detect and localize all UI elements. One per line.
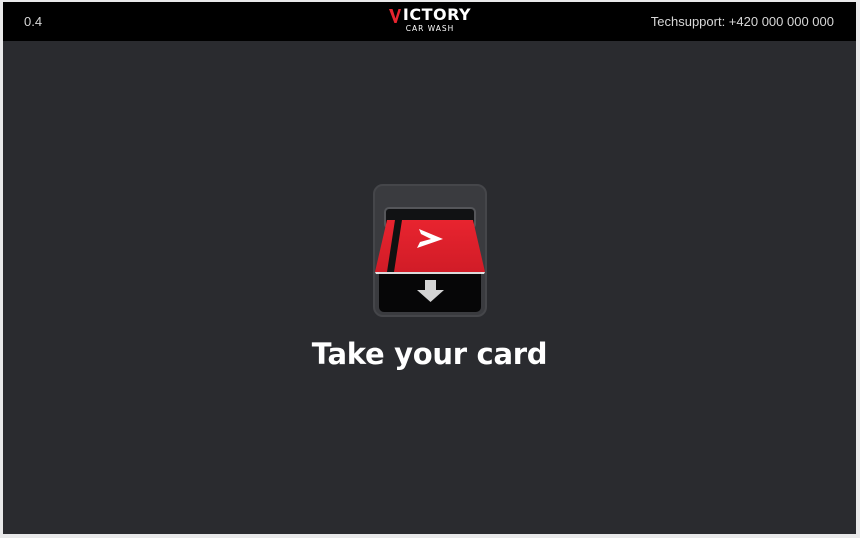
- version-label: 0.4: [24, 14, 43, 29]
- kiosk-screen: 0.4 ICTORY CAR WASH Techsupport: +420 00…: [3, 2, 856, 534]
- top-bar: 0.4 ICTORY CAR WASH Techsupport: +420 00…: [3, 2, 856, 41]
- card-slot-icon: [373, 184, 487, 317]
- brand-subtitle: CAR WASH: [405, 24, 455, 33]
- victory-logo-icon: [389, 9, 401, 23]
- take-card-message: Take your card: [311, 337, 548, 371]
- brand-logo: ICTORY CAR WASH: [363, 6, 497, 38]
- techsupport-label: Techsupport: +420 000 000 000: [650, 14, 834, 29]
- brand-name: ICTORY: [402, 5, 472, 24]
